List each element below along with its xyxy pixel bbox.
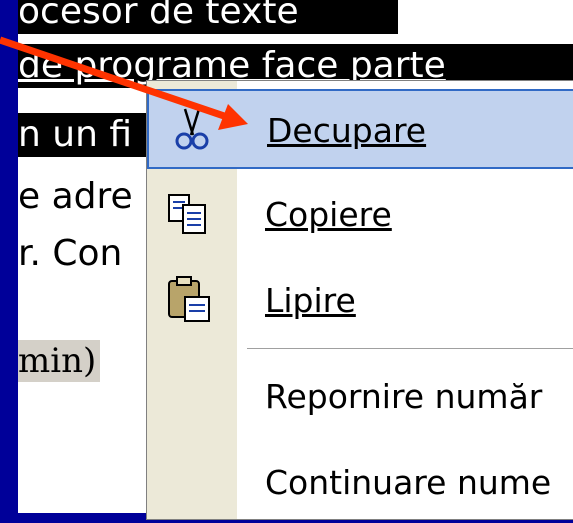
- red-arrow-icon: [0, 36, 248, 130]
